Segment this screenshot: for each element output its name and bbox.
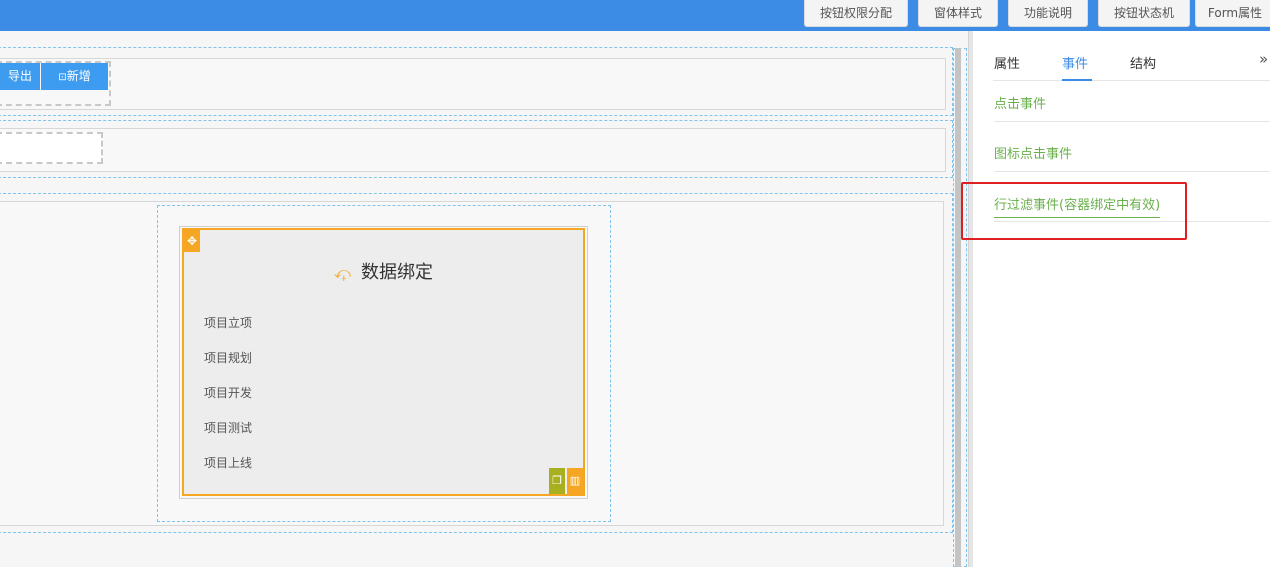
export-button[interactable]: 导出: [0, 63, 40, 90]
tab-events[interactable]: 事件: [1062, 53, 1088, 72]
highlight-annotation: [961, 182, 1187, 240]
tab-structure[interactable]: 结构: [1130, 53, 1156, 72]
form-properties-button[interactable]: Form属性: [1195, 0, 1270, 27]
search-row-inner: [0, 128, 946, 172]
share-icon: ⤽: [333, 263, 352, 282]
add-icon: ⊡: [58, 72, 67, 83]
click-event-item[interactable]: 点击事件: [994, 93, 1046, 112]
list-item[interactable]: 项目上线: [204, 454, 252, 471]
event-divider: [994, 121, 1270, 122]
active-tab-indicator: [1062, 79, 1092, 81]
list-item[interactable]: 项目测试: [204, 419, 252, 436]
top-toolbar: 按钮权限分配 窗体样式 功能说明 按钮状态机 Form属性: [0, 0, 1270, 31]
icon-click-event-item[interactable]: 图标点击事件: [994, 143, 1072, 162]
form-style-button[interactable]: 窗体样式: [918, 0, 998, 27]
tab-properties[interactable]: 属性: [994, 53, 1020, 72]
data-binding-card[interactable]: ✥ ⤽ 数据绑定 项目立项 项目规划 项目开发 项目测试 项目上线 ❐ ▥: [182, 228, 585, 496]
button-permission-button[interactable]: 按钮权限分配: [804, 0, 908, 27]
toolbar-row-inner: [0, 58, 946, 110]
collapse-panel-icon[interactable]: »: [1259, 50, 1268, 68]
card-title: ⤽ 数据绑定: [333, 262, 434, 283]
list-item[interactable]: 项目开发: [204, 384, 252, 401]
move-icon[interactable]: ✥: [184, 230, 200, 252]
search-input[interactable]: [0, 132, 103, 164]
canvas-scrollbar[interactable]: [955, 48, 961, 567]
event-divider: [994, 171, 1270, 172]
delete-icon[interactable]: ▥: [567, 468, 583, 494]
copy-icon[interactable]: ❐: [549, 468, 565, 494]
properties-panel: 属性 事件 结构 » 点击事件 图标点击事件 行过滤事件(容器绑定中有效): [973, 31, 1270, 567]
button-state-machine-button[interactable]: 按钮状态机: [1098, 0, 1190, 27]
tab-divider: [993, 80, 1270, 81]
function-help-button[interactable]: 功能说明: [1008, 0, 1088, 27]
list-item[interactable]: 项目立项: [204, 314, 252, 331]
add-button[interactable]: ⊡新增: [41, 63, 108, 90]
design-canvas[interactable]: 导出 ⊡新增 ✥ ⤽ 数据绑定 项目立项 项目规划 项目开发 项目测试 项目上线 …: [0, 31, 968, 567]
list-item[interactable]: 项目规划: [204, 349, 252, 366]
